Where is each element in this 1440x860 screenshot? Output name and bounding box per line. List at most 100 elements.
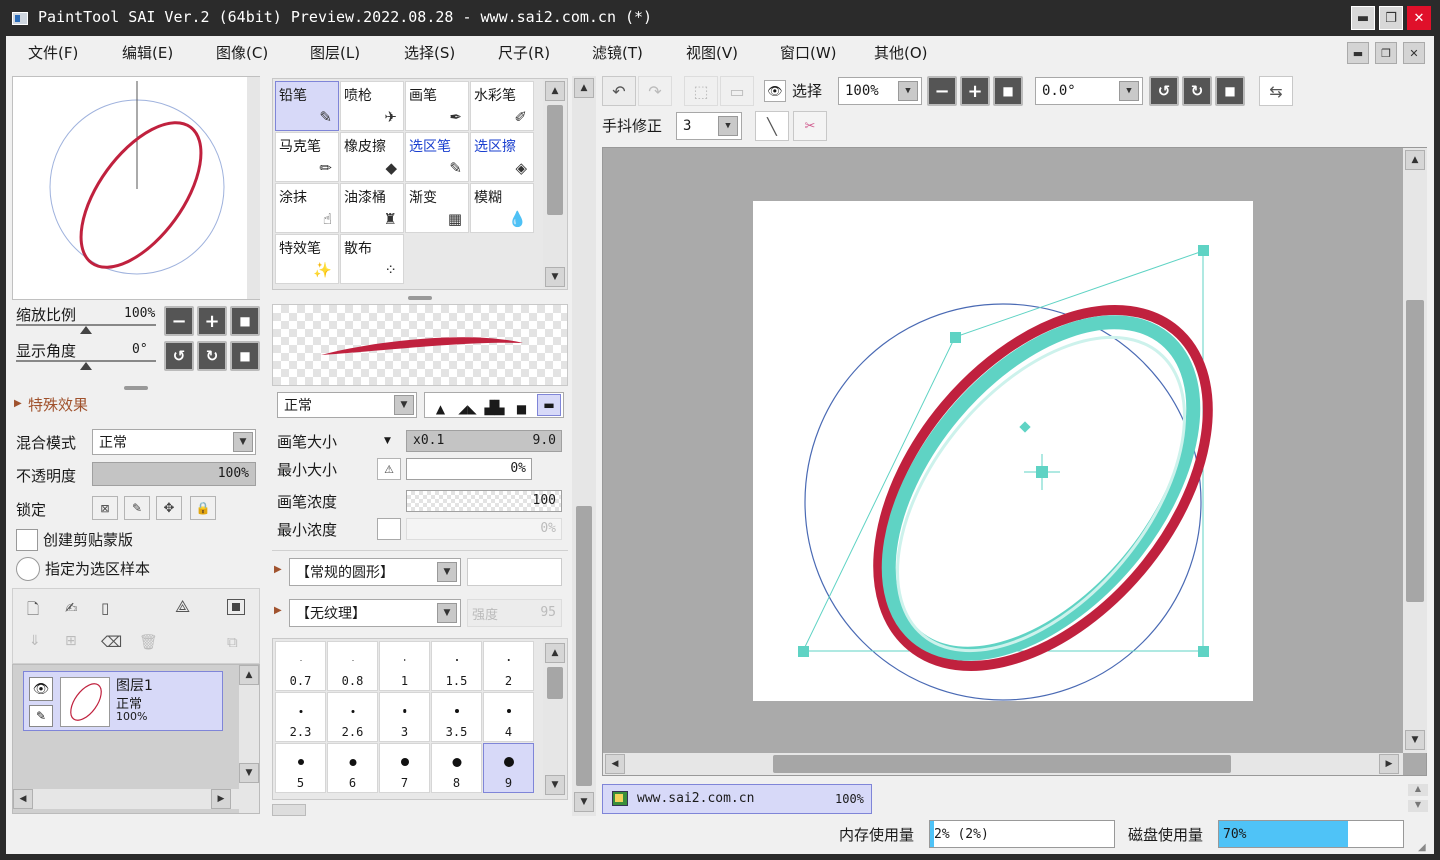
navigator-preview[interactable]: [12, 76, 260, 300]
line-tool-icon[interactable]: ╲: [755, 111, 789, 141]
edge-hardness-1-icon[interactable]: ▲: [427, 394, 454, 416]
layer-combine-icon[interactable]: ⧉: [227, 633, 238, 651]
edge-hardness-3-icon[interactable]: ▟▙: [481, 394, 508, 416]
brush-size-preset[interactable]: 4: [483, 692, 534, 742]
menu-edit[interactable]: 编辑(E): [122, 42, 173, 63]
tool-1[interactable]: 喷枪 ✈: [340, 81, 404, 131]
special-effects-label[interactable]: 特殊效果: [28, 394, 88, 415]
brush-mode-select[interactable]: 正常 ▼: [277, 392, 417, 418]
menu-view[interactable]: 视图(V): [686, 42, 738, 63]
scrollbar-thumb[interactable]: [547, 667, 563, 699]
scroll-down-icon[interactable]: ▼: [574, 792, 594, 812]
brush-size-preset[interactable]: 8: [431, 743, 482, 793]
tab-scroll-up-icon[interactable]: ▲: [1408, 784, 1428, 796]
tool-8[interactable]: 涂抹 ☝: [275, 183, 339, 233]
blend-mode-select[interactable]: 正常 ▼: [92, 429, 256, 455]
brush-shape-strength[interactable]: [467, 558, 562, 586]
eye-icon[interactable]: 👁: [29, 677, 53, 701]
menu-layer[interactable]: 图层(L): [310, 42, 360, 63]
redo-icon[interactable]: ↷: [638, 76, 672, 106]
angle-slider-handle[interactable]: [80, 362, 92, 370]
tool-scrollbar[interactable]: ▲ ▼: [543, 79, 567, 289]
scroll-up-icon[interactable]: ▲: [1405, 150, 1425, 170]
scroll-right-icon[interactable]: ▶: [1379, 754, 1399, 774]
maximize-button[interactable]: ❐: [1379, 6, 1403, 30]
deselect-icon[interactable]: ⬚: [684, 76, 718, 106]
scroll-up-icon[interactable]: ▲: [574, 78, 594, 98]
scroll-down-icon[interactable]: ▼: [239, 763, 259, 783]
new-layer-icon[interactable]: 🗋: [27, 599, 39, 624]
scroll-left-icon[interactable]: ◀: [13, 789, 33, 809]
opacity-slider[interactable]: 100%: [92, 462, 256, 486]
lock-move-icon[interactable]: ✥: [156, 496, 182, 520]
tool-13[interactable]: 散布 ⁘: [340, 234, 404, 284]
menu-window[interactable]: 窗口(W): [780, 42, 837, 63]
menu-ruler[interactable]: 尺子(R): [498, 42, 550, 63]
brush-size-preset[interactable]: 5: [275, 743, 326, 793]
resize-grip-icon[interactable]: ◢: [1418, 842, 1426, 853]
rotate-right-button[interactable]: ↻: [197, 341, 227, 371]
layer-row[interactable]: 👁 ✎ 图层1 正常 100%: [23, 671, 223, 731]
canvas-zoom-select[interactable]: 100% ▼: [838, 77, 922, 105]
expand-arrow-icon[interactable]: ▶: [14, 398, 22, 409]
brush-size-preset[interactable]: 0.8: [327, 641, 378, 691]
pencil-icon[interactable]: ✎: [29, 705, 53, 727]
scroll-right-icon[interactable]: ▶: [211, 789, 231, 809]
brush-size-preset[interactable]: 0.7: [275, 641, 326, 691]
brush-shape-select[interactable]: 【常规的圆形】 ▼: [289, 558, 461, 586]
zoom-out-button[interactable]: −: [164, 306, 194, 336]
scrollbar-thumb[interactable]: [547, 105, 563, 215]
merge-layer-icon[interactable]: ⊞: [65, 633, 77, 649]
close-button[interactable]: ✕: [1407, 6, 1431, 30]
layer-list-hscrollbar[interactable]: ◀ ▶: [13, 789, 239, 809]
scroll-down-icon[interactable]: ▼: [1405, 730, 1425, 750]
canvas-zoom-in-button[interactable]: +: [960, 76, 990, 106]
min-size-pressure-icon[interactable]: ⚠: [377, 458, 401, 480]
brush-size-preset[interactable]: 2.3: [275, 692, 326, 742]
navigator-scrollbar[interactable]: [247, 77, 260, 299]
brush-size-preset[interactable]: 9: [483, 743, 534, 793]
tool-2[interactable]: 画笔 ✒: [405, 81, 469, 131]
brush-size-preset[interactable]: 2.6: [327, 692, 378, 742]
density-slider[interactable]: 100: [406, 490, 562, 512]
tool-10[interactable]: 渐变 ▦: [405, 183, 469, 233]
layer-list-scrollbar[interactable]: ▲ ▼: [239, 665, 259, 813]
menu-other[interactable]: 其他(O): [874, 42, 928, 63]
edge-hardness-4-icon[interactable]: ■: [508, 394, 535, 416]
brush-size-preset[interactable]: 7: [379, 743, 430, 793]
tool-11[interactable]: 模糊 💧: [470, 183, 534, 233]
invert-selection-icon[interactable]: ▭: [720, 76, 754, 106]
new-linework-layer-icon[interactable]: ✍: [65, 599, 78, 617]
tool-0[interactable]: 铅笔 ✎: [275, 81, 339, 131]
scroll-left-icon[interactable]: ◀: [605, 754, 625, 774]
edge-hardness-2-icon[interactable]: ◢◣: [454, 394, 481, 416]
clip-mask-checkbox[interactable]: [16, 529, 38, 551]
panel-splitter[interactable]: [124, 386, 148, 390]
menu-filter[interactable]: 滤镜(T): [592, 42, 643, 63]
zoom-slider-handle[interactable]: [80, 326, 92, 334]
canvas-rotate-right-button[interactable]: ↻: [1182, 76, 1212, 106]
layer-effects-icon[interactable]: ⟁: [175, 597, 190, 617]
expand-arrow-icon[interactable]: ▶: [274, 605, 282, 616]
new-folder-icon[interactable]: ▯: [101, 599, 109, 617]
scroll-down-icon[interactable]: ▼: [545, 267, 565, 287]
symmetry-icon[interactable]: ✂: [793, 111, 827, 141]
zoom-in-button[interactable]: +: [197, 306, 227, 336]
tool-5[interactable]: 橡皮擦 ◆: [340, 132, 404, 182]
lock-transparency-icon[interactable]: ⊠: [92, 496, 118, 520]
canvas-hscrollbar[interactable]: ◀ ▶: [603, 753, 1403, 775]
canvas-zoom-reset-button[interactable]: ■: [993, 76, 1023, 106]
stabilizer-select[interactable]: 3 ▼: [676, 112, 742, 140]
document-tab[interactable]: www.sai2.com.cn 100%: [602, 784, 872, 814]
tool-9[interactable]: 油漆桶 ♜: [340, 183, 404, 233]
brush-size-preset[interactable]: 1.5: [431, 641, 482, 691]
brush-size-preset[interactable]: 1: [379, 641, 430, 691]
canvas-rotate-reset-button[interactable]: ■: [1215, 76, 1245, 106]
canvas-vscrollbar[interactable]: ▲ ▼: [1403, 148, 1427, 753]
doc-minimize-button[interactable]: ▬: [1347, 42, 1369, 64]
tool-6[interactable]: 选区笔 ✎: [405, 132, 469, 182]
scrollbar-thumb[interactable]: [1406, 300, 1424, 602]
eye-icon[interactable]: 👁: [764, 80, 786, 102]
brush-size-preset[interactable]: 3.5: [431, 692, 482, 742]
undo-icon[interactable]: ↶: [602, 76, 636, 106]
